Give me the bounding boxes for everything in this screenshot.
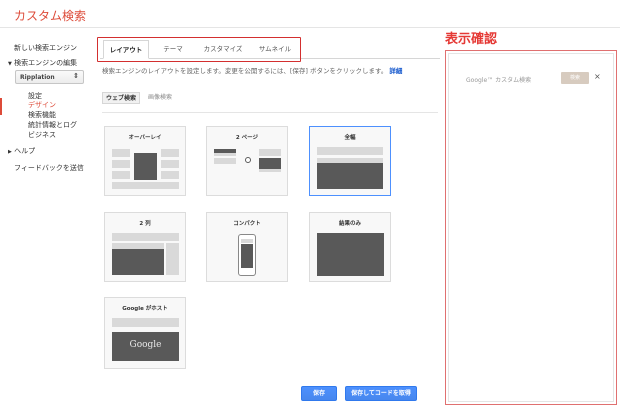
active-indicator bbox=[0, 98, 2, 115]
cse-search-button[interactable]: 検索 bbox=[561, 72, 589, 84]
layout-title: 2 列 bbox=[139, 221, 151, 227]
layout-description: 検索エンジンのレイアウトを設定します。変更を公開するには、[保存] ボタンをクリ… bbox=[102, 65, 402, 75]
header-divider bbox=[0, 27, 620, 28]
layout-title: オーバーレイ bbox=[128, 135, 162, 141]
subtab-web-search[interactable]: ウェブ検索 bbox=[102, 92, 140, 104]
engine-select-value: Ripplation bbox=[20, 74, 55, 81]
preview-panel bbox=[448, 53, 614, 402]
layout-card-full-width[interactable]: 全幅 bbox=[309, 126, 391, 196]
cse-search-label: Google™ カスタム検索 bbox=[466, 77, 532, 84]
updown-arrow-icon: ⇕ bbox=[73, 72, 79, 80]
save-button[interactable]: 保存 bbox=[301, 386, 337, 401]
layout-title: Google がホスト bbox=[122, 306, 168, 312]
layout-card-two-page[interactable]: 2 ページ bbox=[206, 126, 288, 196]
app-title: カスタム検索 bbox=[14, 9, 87, 23]
details-link[interactable]: 詳細 bbox=[389, 67, 402, 75]
sidebar-edit-engines[interactable]: ▼ 検索エンジンの編集 bbox=[8, 58, 77, 68]
clear-icon[interactable]: × bbox=[594, 72, 601, 81]
sidebar-help-label: ヘルプ bbox=[14, 147, 36, 155]
sidebar-feedback[interactable]: フィードバックを送信 bbox=[14, 163, 84, 173]
sidebar-edit-label: 検索エンジンの編集 bbox=[14, 59, 78, 67]
engine-select[interactable]: Ripplation ⇕ bbox=[15, 70, 84, 84]
caret-right-icon: ▶ bbox=[8, 149, 12, 155]
caret-down-icon: ▼ bbox=[8, 61, 12, 67]
layout-title: 2 ページ bbox=[235, 135, 259, 141]
layout-card-two-column[interactable]: 2 列 bbox=[104, 212, 186, 282]
layout-title: 結果のみ bbox=[338, 221, 361, 227]
layout-card-compact[interactable]: コンパクト bbox=[206, 212, 288, 282]
link-circle-icon bbox=[245, 157, 251, 163]
layout-card-results-only[interactable]: 結果のみ bbox=[309, 212, 391, 282]
subtab-image-search[interactable]: 画像検索 bbox=[142, 92, 178, 104]
layout-title: コンパクト bbox=[233, 221, 261, 227]
save-get-code-button[interactable]: 保存してコードを取得 bbox=[345, 386, 417, 401]
sidebar-item-business[interactable]: ビジネス bbox=[28, 130, 56, 140]
layout-card-google-hosted[interactable]: Google がホスト Google bbox=[104, 297, 186, 369]
sidebar-new-engine[interactable]: 新しい検索エンジン bbox=[14, 43, 77, 53]
layout-card-overlay[interactable]: オーバーレイ bbox=[104, 126, 186, 196]
sidebar-item-design[interactable]: デザイン bbox=[28, 100, 56, 110]
google-logo: Google bbox=[129, 340, 162, 350]
preview-title: 表示確認 bbox=[445, 32, 498, 47]
layout-title: 全幅 bbox=[344, 135, 356, 141]
sidebar-help[interactable]: ▶ ヘルプ bbox=[8, 146, 35, 156]
description-text: 検索エンジンのレイアウトを設定します。変更を公開するには、[保存] ボタンをクリ… bbox=[102, 67, 388, 75]
tabs-highlight-box bbox=[97, 37, 301, 62]
sidebar-item-stats-logs[interactable]: 統計情報とログ bbox=[28, 120, 77, 130]
sidebar-item-search-features[interactable]: 検索機能 bbox=[28, 110, 56, 120]
subtab-divider bbox=[102, 112, 438, 113]
